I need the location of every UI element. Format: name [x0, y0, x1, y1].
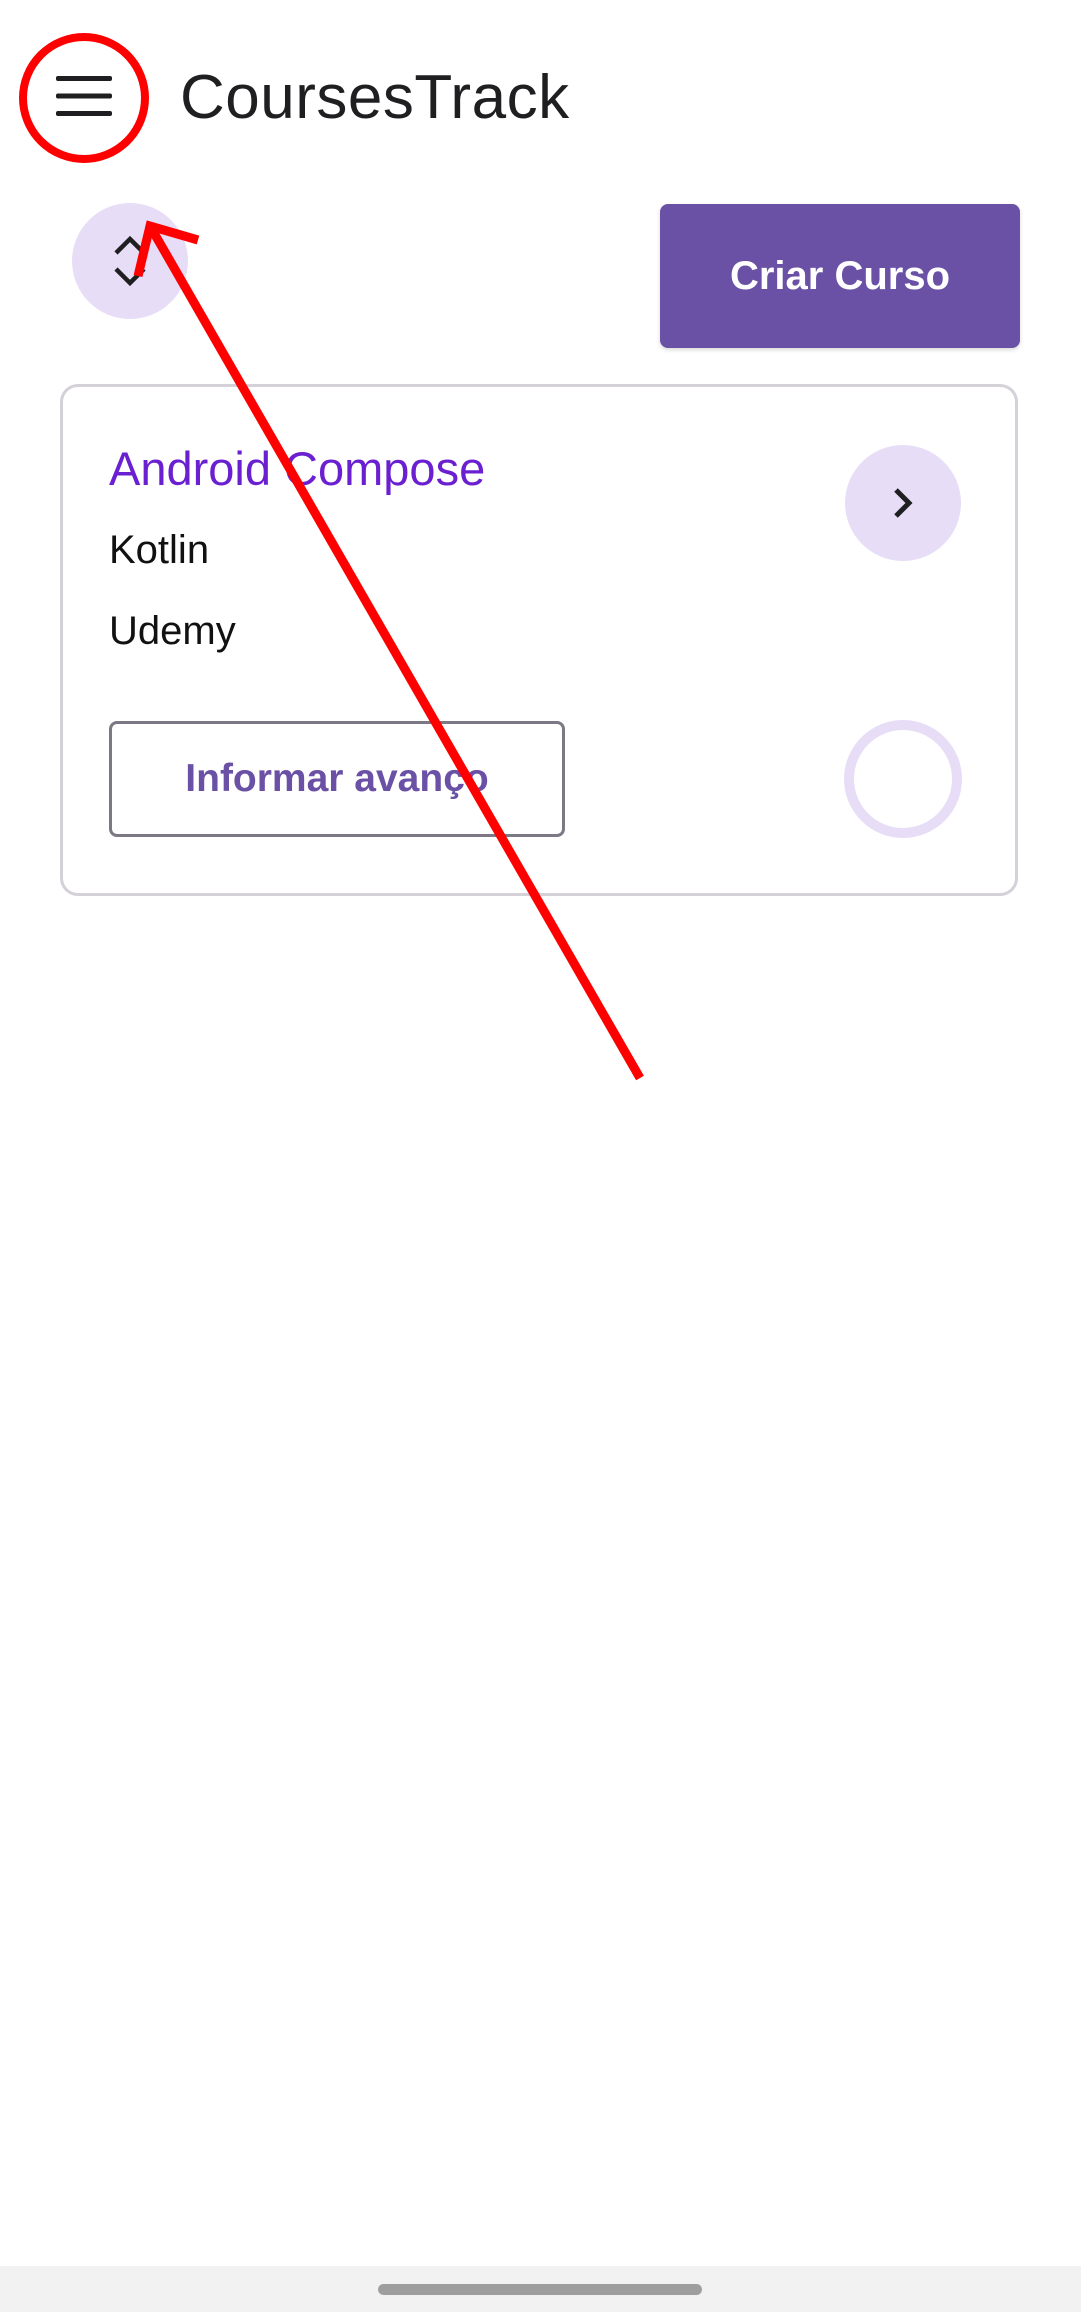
course-progress-indicator	[844, 720, 962, 838]
course-language: Kotlin	[109, 528, 210, 572]
course-details-button[interactable]	[845, 445, 961, 561]
create-course-button[interactable]: Criar Curso	[660, 204, 1020, 348]
gesture-handle[interactable]	[378, 2284, 702, 2295]
report-progress-button[interactable]: Informar avanço	[109, 721, 565, 837]
app-title: CoursesTrack	[180, 63, 570, 132]
chevron-right-icon	[894, 488, 913, 518]
top-app-bar: CoursesTrack	[0, 0, 1081, 196]
system-nav-bar	[0, 2266, 1081, 2312]
menu-button[interactable]	[36, 48, 132, 144]
sort-button[interactable]	[72, 203, 188, 319]
course-platform: Udemy	[109, 609, 236, 653]
hamburger-menu-icon	[56, 76, 112, 116]
sort-unfold-icon	[114, 235, 146, 287]
course-card: Android Compose Kotlin Udemy Informar av…	[60, 384, 1018, 896]
course-name: Android Compose	[109, 442, 486, 495]
